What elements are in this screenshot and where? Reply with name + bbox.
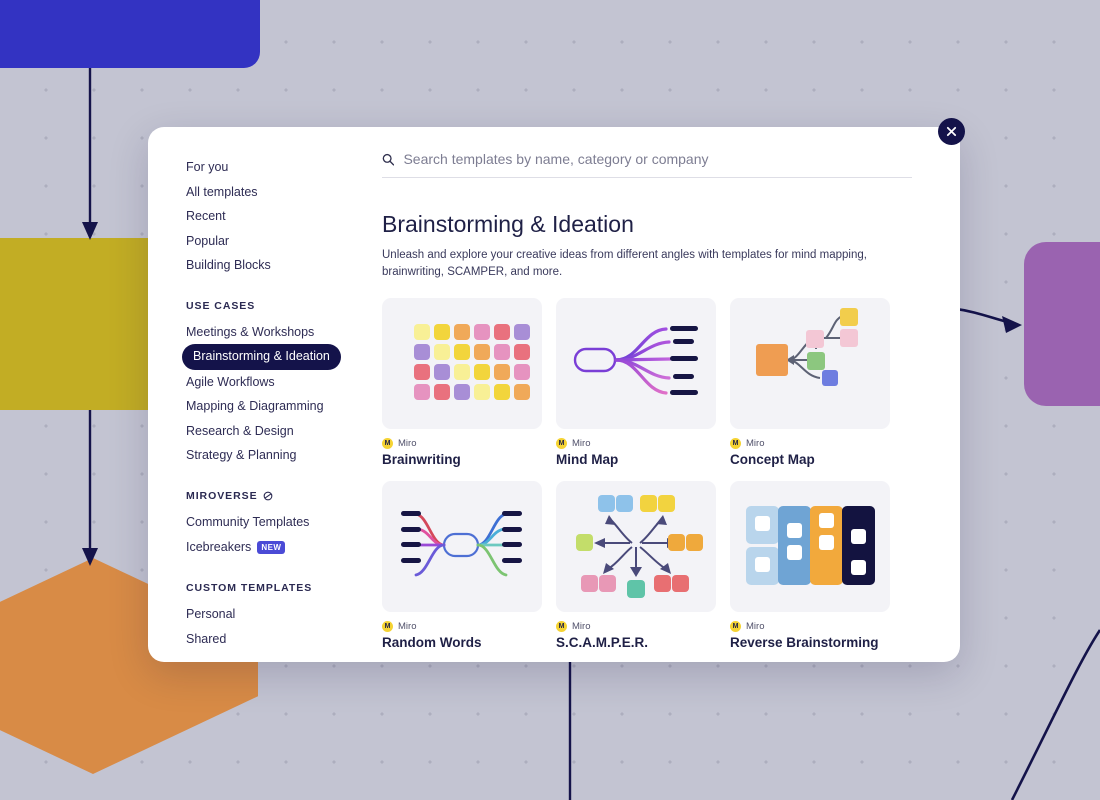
template-title: Mind Map [556,452,619,468]
template-title: Brainwriting [382,452,461,468]
template-byline: M Miro [556,438,716,450]
page-description: Unleash and explore your creative ideas … [382,249,867,278]
random-words-illustration [401,511,522,577]
template-title: S.C.A.M.P.E.R. [556,635,649,651]
template-sidebar: For you All templates Recent Popular Bui… [148,127,348,662]
miro-avatar-icon: M [556,621,567,633]
search-bar[interactable] [382,151,912,178]
close-icon [946,126,957,137]
sidebar-item-shared[interactable]: Shared [186,627,348,652]
miro-avatar-icon: M [730,621,741,633]
template-byline: M Miro [556,621,716,633]
sidebar-item-all-templates[interactable]: All templates [186,180,348,205]
template-author: Miro [746,438,765,450]
sidebar-item-brainstorming-ideation[interactable]: Brainstorming & Ideation [182,344,341,370]
sidebar-heading-miroverse: MIROVERSE [186,490,348,502]
miroverse-planet-icon [263,491,272,500]
template-title: Concept Map [730,452,815,468]
template-thumbnail-mind-map [556,298,716,430]
miro-avatar-icon: M [382,621,393,633]
template-author: Miro [398,621,417,633]
miroverse-heading-label: MIROVERSE [186,489,258,502]
sidebar-item-community-templates[interactable]: Community Templates [186,510,348,535]
template-picker-modal: For you All templates Recent Popular Bui… [148,127,960,662]
sidebar-item-for-you[interactable]: For you [186,155,348,180]
brainwriting-grid-illustration [414,324,530,401]
scamper-illustration [576,495,703,599]
custom-templates-heading-label: CUSTOM TEMPLATES [186,582,313,594]
search-icon [382,153,395,166]
template-author: Miro [746,621,765,633]
template-thumbnail-random-words [382,481,542,613]
sidebar-item-mapping-diagramming[interactable]: Mapping & Diagramming [186,394,348,419]
miro-avatar-icon: M [382,438,393,450]
template-card-mind-map[interactable]: M Miro Mind Map [556,298,716,467]
sidebar-item-icebreakers[interactable]: Icebreakers NEW [186,534,348,560]
template-main-panel: Brainstorming & Ideation Unleash and exp… [348,127,960,662]
template-byline: M Miro [382,621,542,633]
template-card-reverse-brainstorming[interactable]: M Miro Reverse Brainstorming [730,481,890,650]
sidebar-item-research-design[interactable]: Research & Design [186,419,348,444]
mind-map-illustration [573,326,698,396]
template-author: Miro [398,438,417,450]
template-author: Miro [572,621,591,633]
template-title: Reverse Brainstorming [730,635,879,651]
template-card-scamper[interactable]: M Miro S.C.A.M.P.E.R. [556,481,716,650]
sidebar-heading-custom-templates: CUSTOM TEMPLATES [186,582,348,594]
template-card-brainwriting[interactable]: M Miro Brainwriting [382,298,542,467]
concept-map-illustration [756,308,858,387]
template-thumbnail-reverse-brainstorming [730,481,890,613]
miro-avatar-icon: M [556,438,567,450]
template-author: Miro [572,438,591,450]
template-thumbnail-concept-map [730,298,890,430]
sidebar-item-building-blocks[interactable]: Building Blocks [186,253,348,278]
sidebar-item-icebreakers-label: Icebreakers [186,540,252,554]
new-badge: NEW [257,540,286,554]
search-input[interactable] [403,151,912,167]
template-card-random-words[interactable]: M Miro Random Words [382,481,542,650]
page-title: Brainstorming & Ideation [382,211,634,237]
template-byline: M Miro [730,438,890,450]
template-byline: M Miro [730,621,890,633]
close-modal-button[interactable] [938,118,965,145]
template-title: Random Words [382,635,482,651]
template-byline: M Miro [382,438,542,450]
reverse-brainstorming-illustration [746,506,875,586]
sidebar-heading-use-cases: USE CASES [186,300,348,312]
sidebar-item-agile-workflows[interactable]: Agile Workflows [186,370,348,395]
template-card-concept-map[interactable]: M Miro Concept Map [730,298,890,467]
use-cases-heading-label: USE CASES [186,299,256,312]
template-thumbnail-brainwriting [382,298,542,430]
template-grid: M Miro Brainwriting M Miro Mind Map M Mi… [382,298,930,650]
sidebar-item-popular[interactable]: Popular [186,229,348,254]
sidebar-item-recent[interactable]: Recent [186,204,348,229]
sidebar-item-meetings-workshops[interactable]: Meetings & Workshops [186,320,348,345]
template-thumbnail-scamper [556,481,716,613]
sidebar-item-personal[interactable]: Personal [186,602,348,627]
sidebar-item-strategy-planning[interactable]: Strategy & Planning [186,443,348,468]
miro-avatar-icon: M [730,438,741,450]
